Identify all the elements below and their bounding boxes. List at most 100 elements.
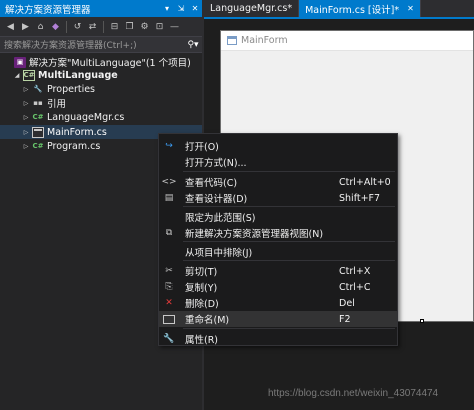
context-menu: ↪ 打开(O) 打开方式(N)... <> 查看代码(C) Ctrl+Alt+0 ▤ 查看设计… [158,133,398,346]
csharp-file-icon: C# [32,142,44,150]
menu-item[interactable]: ▤ 查看设计器(D) Shift+F7 [159,190,397,206]
view-code-icon: <> [161,177,177,187]
collapsed-arrow-icon[interactable]: ▷ [22,86,30,93]
collapsed-arrow-icon[interactable]: ▷ [22,143,30,150]
open-icon: ↪ [165,141,173,151]
menu-item-shortcut: Del [339,297,355,309]
close-icon[interactable]: ✕ [188,4,202,13]
menu-separator [183,260,395,261]
menu-item[interactable]: ✂ 剪切(T) Ctrl+X [159,263,397,279]
menu-item-label: 查看设计器(D) [185,194,248,205]
menu-item-label: 属性(R) [185,335,219,346]
new-view-icon: ⧉ [165,228,173,238]
delete-icon: ✕ [165,298,173,308]
copy-icon: ⎘ [165,282,173,292]
tree-item[interactable]: ▷ 🔧 Properties [0,82,202,96]
tree-item[interactable]: ▷ C# LanguageMgr.cs [0,110,202,124]
solution-explorer-title: 解决方案资源管理器 [5,4,91,16]
auto-hide-pin-icon[interactable]: ⇲ [174,4,188,13]
dropdown-icon[interactable]: ▾ [160,4,174,13]
menu-item[interactable]: 🔧 属性(R) [159,331,397,347]
toolbar-separator [66,20,67,33]
form-title: MainForm [241,35,288,46]
menu-item[interactable]: ✕ 删除(D) Del [159,295,397,311]
tree-item-label: 解决方案"MultiLanguage"(1 个项目) [29,58,191,69]
tree-item[interactable]: ▷ ▪▪ 引用 [0,96,202,110]
tree-item-label: MainForm.cs [47,126,107,138]
preview-icon[interactable]: ⊡ [152,19,167,34]
menu-item-shortcut: Ctrl+C [339,281,371,293]
csharp-project-icon: C# [23,69,35,81]
forward-icon[interactable]: ▶ [18,19,33,34]
solution-explorer-titlebar: 解决方案资源管理器 ▾ ⇲ ✕ [0,0,202,17]
sync-icon[interactable]: ⇄ [85,19,100,34]
properties-icon[interactable]: ⚙ [137,19,152,34]
form-icon [227,36,237,45]
menu-item-label: 复制(Y) [185,283,218,294]
tree-item-label: LanguageMgr.cs [47,111,125,123]
search-placeholder[interactable]: 搜索解决方案资源管理器(Ctrl+;) [0,38,184,51]
menu-item[interactable]: 打开方式(N)... [159,154,397,170]
menu-item-label: 重命名(M) [185,315,230,326]
collapsed-arrow-icon[interactable]: ▷ [22,129,30,136]
menu-separator [183,206,395,207]
tree-item[interactable]: ◢ C# MultiLanguage [0,68,202,82]
vs-icon[interactable]: ◆ [48,19,63,34]
tree-item-label: Properties [47,83,96,95]
menu-separator [183,241,395,242]
tree-item-label: Program.cs [47,140,101,152]
toolbar-separator [103,20,104,33]
properties-icon: 🔧 [163,334,175,344]
menu-item-shortcut: Ctrl+X [339,265,371,277]
solution-icon: ▣ [14,56,26,68]
back-icon[interactable]: ◀ [3,19,18,34]
collapsed-arrow-icon[interactable]: ▷ [22,114,30,121]
dash-icon[interactable]: — [167,19,182,34]
menu-item[interactable]: ⧉ 新建解决方案资源管理器视图(N) [159,225,397,241]
watermark: https://blog.csdn.net/weixin_43074474 [268,388,439,399]
history-icon[interactable]: ↺ [70,19,85,34]
menu-separator [183,328,395,329]
view-designer-icon: ▤ [164,193,174,203]
menu-item-label: 查看代码(C) [185,178,238,189]
expanded-arrow-icon[interactable]: ◢ [13,72,21,79]
close-tab-icon[interactable]: ✕ [407,4,414,13]
collapsed-arrow-icon[interactable]: ▷ [22,100,30,107]
menu-item[interactable]: ⎘ 复制(Y) Ctrl+C [159,279,397,295]
show-all-files-icon[interactable]: ❐ [122,19,137,34]
menu-separator [183,171,395,172]
menu-item-shortcut: Ctrl+Alt+0 [339,176,391,188]
document-tabs: LanguageMgr.cs* MainForm.cs [设计]* ✕ [204,0,474,17]
menu-item[interactable]: 从项目中排除(J) [159,244,397,260]
menu-item-label: 打开方式(N)... [185,158,247,169]
menu-item-label: 限定为此范围(S) [185,213,256,224]
search-icon[interactable]: ⚲▾ [184,40,202,50]
references-icon: ▪▪ [33,99,43,107]
tab-languagemgr[interactable]: LanguageMgr.cs* [204,0,300,17]
menu-item-label: 删除(D) [185,299,219,310]
wrench-icon: 🔧 [33,85,43,93]
tab-label: LanguageMgr.cs* [210,3,293,14]
menu-item-label: 从项目中排除(J) [185,248,253,259]
menu-item-shortcut: Shift+F7 [339,192,381,204]
menu-item[interactable]: ↪ 打开(O) [159,138,397,154]
menu-item-label: 剪切(T) [185,267,218,278]
menu-item-shortcut: F2 [339,313,351,325]
tree-item[interactable]: ▣ 解决方案"MultiLanguage"(1 个项目) [0,55,202,69]
csharp-file-icon: C# [32,113,44,121]
menu-item[interactable]: 限定为此范围(S) [159,209,397,225]
tree-item-label: 引用 [47,99,67,110]
solution-explorer-search[interactable]: 搜索解决方案资源管理器(Ctrl+;) ⚲▾ [0,36,202,53]
menu-item[interactable]: <> 查看代码(C) Ctrl+Alt+0 [159,174,397,190]
tree-item-label: MultiLanguage [38,69,118,81]
form-resize-handle[interactable] [420,319,424,323]
tab-mainform-designer[interactable]: MainForm.cs [设计]* ✕ [299,0,421,17]
form-titlebar: MainForm [221,31,473,51]
collapse-icon[interactable]: ⊟ [107,19,122,34]
menu-item-label: 新建解决方案资源管理器视图(N) [185,229,324,240]
home-icon[interactable]: ⌂ [33,19,48,34]
form-file-icon [32,126,44,138]
solution-explorer-toolbar: ◀ ▶ ⌂ ◆ ↺ ⇄ ⊟ ❐ ⚙ ⊡ — [0,17,202,36]
rename-icon [163,314,175,324]
menu-item[interactable]: 重命名(M) F2 [159,311,397,327]
